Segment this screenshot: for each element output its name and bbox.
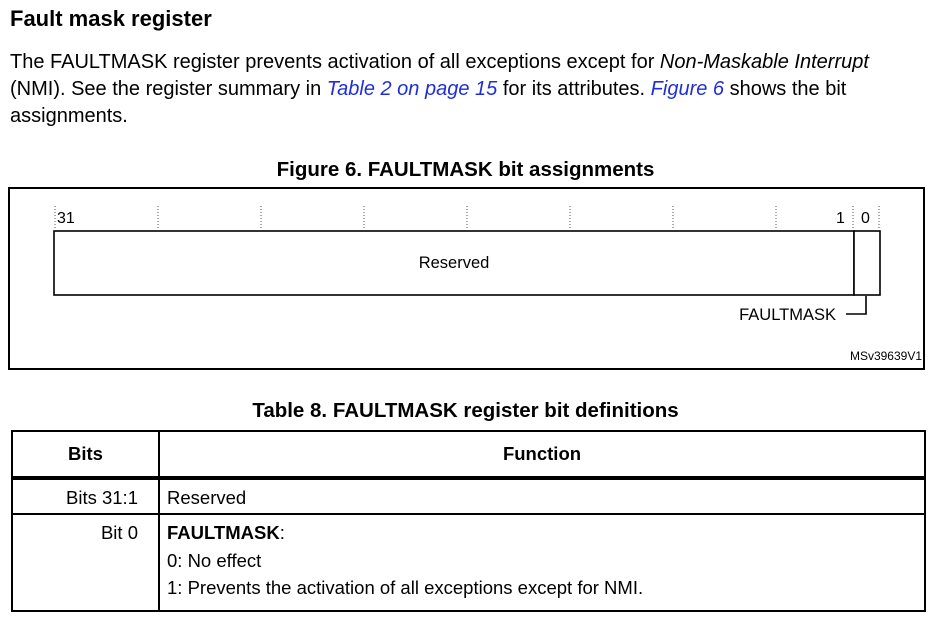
bits-cell: Bit 0 bbox=[11, 513, 160, 612]
header-bits: Bits bbox=[11, 430, 160, 480]
table-row: Bit 0 FAULTMASK: 0: No effect 1: Prevent… bbox=[11, 513, 926, 612]
header-function: Function bbox=[158, 430, 926, 480]
bit-assignment-figure: 31 1 0 Reserved FAULTMASK MSv39639V1 bbox=[8, 187, 925, 370]
function-line: 0: No effect bbox=[167, 550, 262, 571]
function-cell: FAULTMASK: 0: No effect 1: Prevents the … bbox=[158, 513, 926, 612]
table-2-link[interactable]: Table 2 on page 15 bbox=[327, 78, 498, 100]
bit-0-label: 0 bbox=[861, 210, 870, 227]
function-suffix: : bbox=[279, 522, 285, 543]
figure-id: MSv39639V1 bbox=[850, 349, 922, 363]
function-title-line: FAULTMASK: bbox=[167, 522, 924, 544]
figure-6-link[interactable]: Figure 6 bbox=[651, 78, 724, 100]
bits-cell: Bits 31:1 bbox=[11, 477, 160, 515]
bit-31-label: 31 bbox=[57, 210, 75, 227]
bit-tick-guides bbox=[54, 206, 880, 230]
intro-text-2: (NMI). See the register summary in bbox=[10, 78, 327, 100]
faultmask-leader-line bbox=[846, 296, 867, 315]
table-row: Bits 31:1 Reserved bbox=[11, 477, 926, 515]
intro-paragraph: The FAULTMASK register prevents activati… bbox=[10, 49, 925, 130]
table-caption: Table 8. FAULTMASK register bit definiti… bbox=[252, 399, 679, 422]
faultmask-bit-box bbox=[853, 230, 881, 296]
intro-text-1: The FAULTMASK register prevents activati… bbox=[10, 51, 660, 73]
reserved-field-label: Reserved bbox=[419, 254, 490, 272]
intro-nmi-term: Non-Maskable Interrupt bbox=[659, 51, 869, 73]
figure-caption: Figure 6. FAULTMASK bit assignments bbox=[276, 158, 655, 181]
register-diagram: 31 1 0 Reserved FAULTMASK MSv39639V1 bbox=[53, 206, 922, 363]
bit-1-label: 1 bbox=[836, 210, 845, 227]
function-cell: Reserved bbox=[158, 477, 926, 515]
section-title: Fault mask register bbox=[10, 6, 212, 31]
table-header-row: Bits Function bbox=[11, 430, 926, 480]
function-name: FAULTMASK bbox=[167, 522, 280, 543]
intro-text-3: for its attributes. bbox=[497, 78, 651, 100]
function-line: 1: Prevents the activation of all except… bbox=[167, 577, 644, 598]
bit-definitions-table: Bits Function Bits 31:1 Reserved Bit 0 F… bbox=[11, 430, 926, 612]
faultmask-field-label: FAULTMASK bbox=[739, 306, 836, 324]
